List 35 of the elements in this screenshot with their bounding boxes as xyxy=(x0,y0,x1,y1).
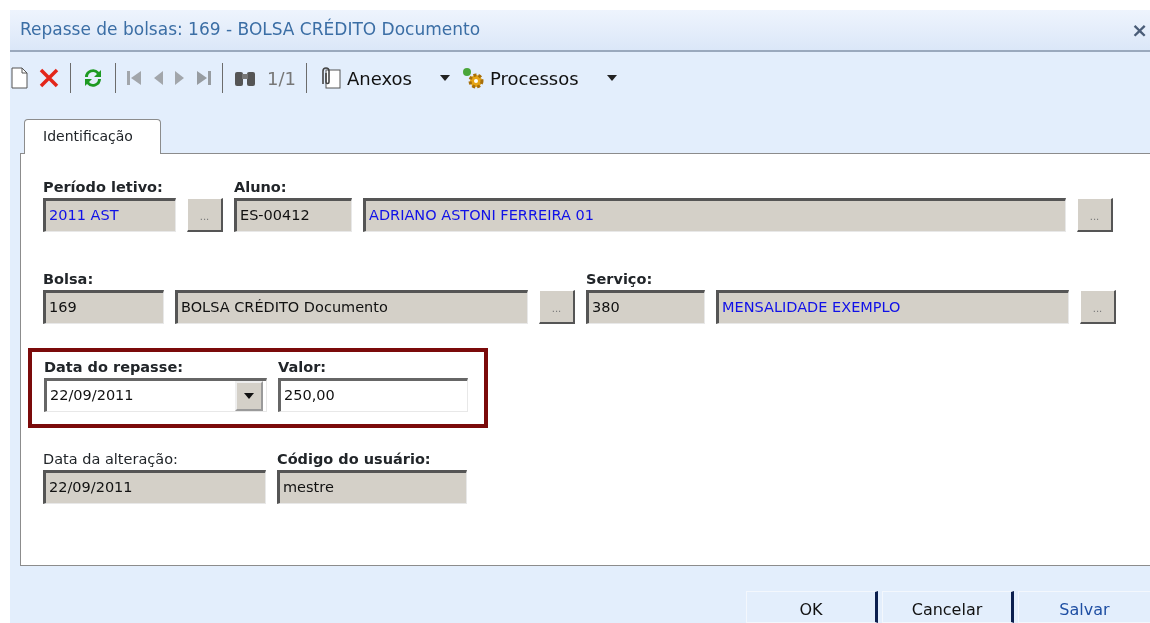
readonly-field[interactable]: ES-00412 xyxy=(234,197,352,232)
input-field[interactable]: 250,00 xyxy=(278,377,468,412)
dialog-button[interactable]: OK xyxy=(746,591,878,623)
document-icon[interactable] xyxy=(10,67,28,89)
field-label: Serviço: xyxy=(586,271,654,288)
date-value: 22/09/2011 xyxy=(50,385,134,405)
field-label: Data do repasse: xyxy=(44,359,185,376)
caret-icon xyxy=(606,75,617,81)
field-label: Data da alteração: xyxy=(43,451,179,468)
field-label: Aluno: xyxy=(234,180,288,196)
tab[interactable]: Identificação xyxy=(24,119,161,154)
delete-icon[interactable] xyxy=(38,67,60,89)
attachments-menu[interactable]: Anexos xyxy=(316,64,450,92)
dropdown-button[interactable] xyxy=(235,380,263,411)
readonly-field[interactable]: mestre xyxy=(277,469,467,504)
dialog-button[interactable]: Salvar xyxy=(1018,591,1150,623)
processes-menu[interactable]: Processos xyxy=(459,64,617,92)
caret-icon xyxy=(439,75,450,81)
readonly-field[interactable]: 380 xyxy=(586,289,705,324)
readonly-field[interactable]: BOLSA CRÉDITO Documento xyxy=(175,289,528,324)
field-label: Código do usuário: xyxy=(277,451,432,468)
field-label: Valor: xyxy=(278,359,328,376)
window-title: Repasse de bolsas: 169 - BOLSA CRÉDITO Documento xyxy=(20,17,481,42)
readonly-field[interactable]: MENSALIDADE EXEMPLO xyxy=(716,289,1069,324)
date-field[interactable]: 22/09/2011 xyxy=(44,377,267,412)
readonly-field[interactable]: 169 xyxy=(43,289,164,324)
readonly-field[interactable]: ADRIANO ASTONI FERREIRA 01 xyxy=(363,197,1066,232)
readonly-field[interactable]: 2011 AST xyxy=(43,197,176,232)
close-button[interactable]: × xyxy=(1131,20,1150,40)
dialog-button[interactable]: Cancelar xyxy=(882,591,1014,623)
field-label: Bolsa: xyxy=(43,271,95,288)
record-counter: 1/1 xyxy=(267,66,296,91)
caret-icon[interactable] xyxy=(244,392,254,399)
field-label: Período letivo: xyxy=(43,180,164,196)
readonly-field[interactable]: 22/09/2011 xyxy=(43,469,266,504)
